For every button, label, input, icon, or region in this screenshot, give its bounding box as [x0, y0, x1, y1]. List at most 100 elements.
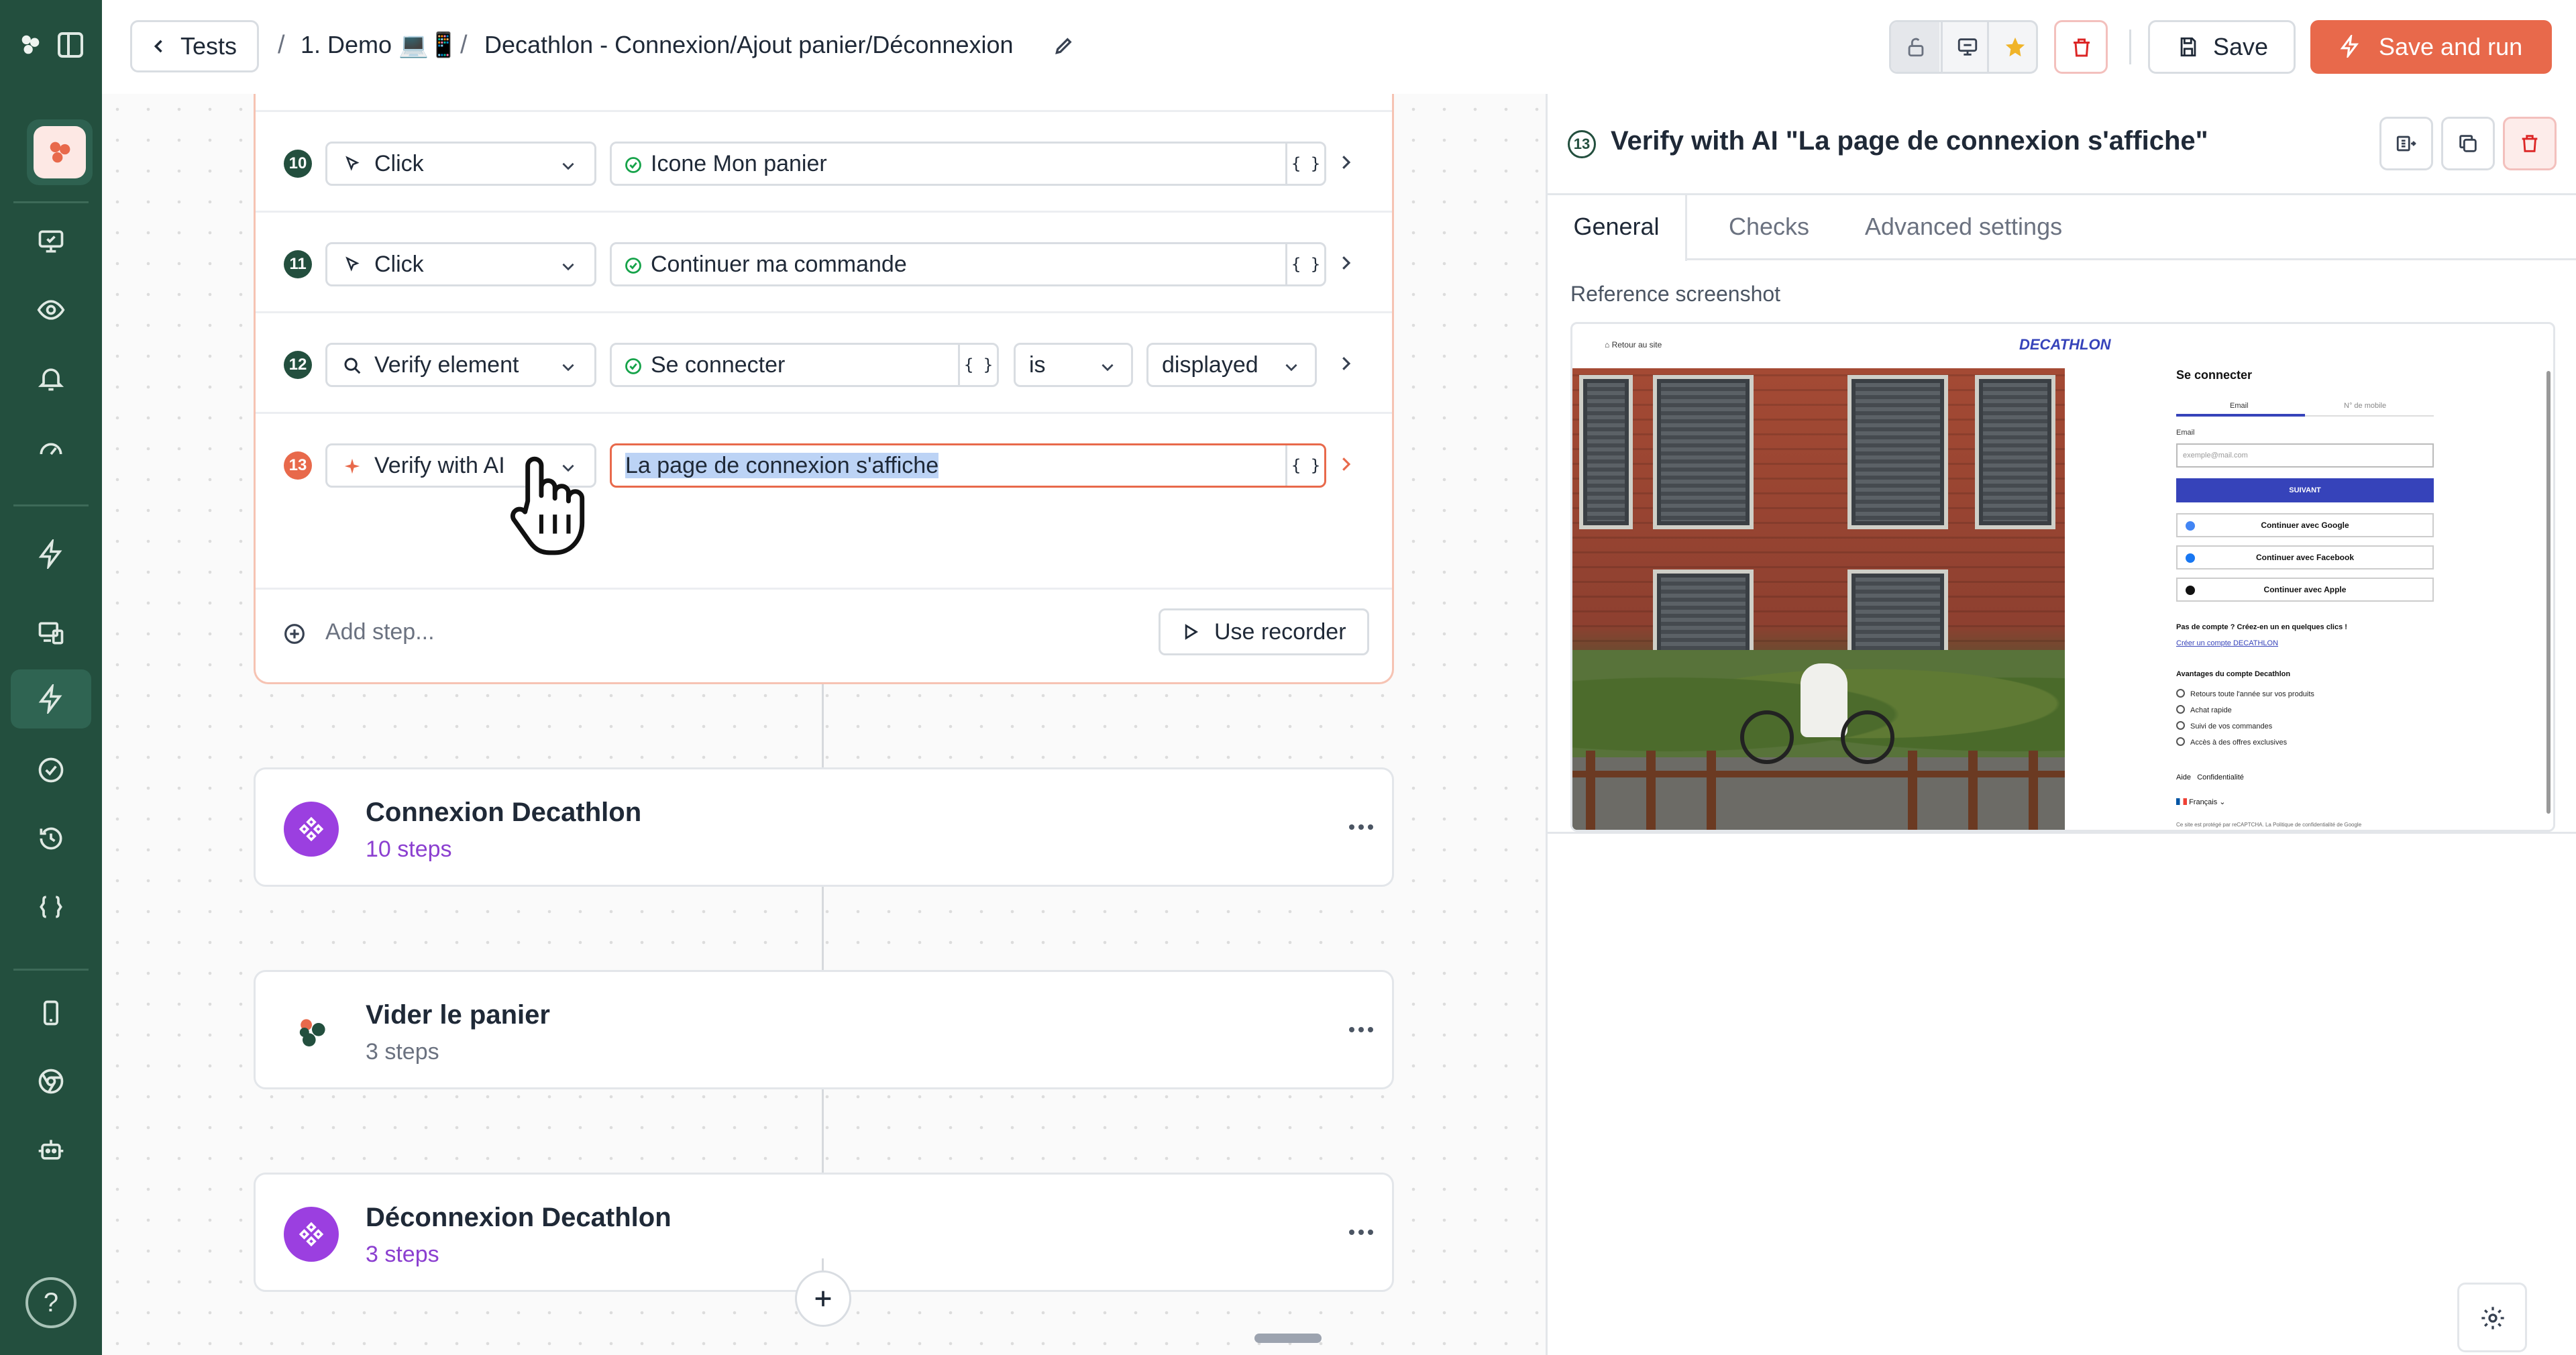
lightning-icon	[38, 684, 62, 714]
duplicate-step-button[interactable]	[2441, 117, 2495, 170]
chevron-right-icon[interactable]	[1336, 253, 1356, 273]
pencil-icon[interactable]	[1053, 35, 1075, 56]
lightning-icon	[38, 539, 62, 569]
chevron-down-icon	[562, 162, 574, 170]
target-label: Se connecter	[651, 352, 786, 378]
sidebar-item-history[interactable]	[27, 814, 75, 863]
variable-button[interactable]: { }	[1285, 445, 1324, 486]
plus-icon	[815, 1291, 831, 1307]
trash-icon	[2074, 38, 2090, 57]
variable-button[interactable]: { }	[958, 345, 997, 385]
check-circle-icon	[38, 757, 64, 783]
variable-button[interactable]: { }	[1285, 244, 1324, 284]
more-options-icon[interactable]	[1349, 824, 1376, 834]
operator-label: is	[1029, 352, 1046, 378]
sidebar-item-monitoring[interactable]	[27, 217, 75, 266]
use-recorder-button[interactable]: Use recorder	[1159, 608, 1369, 655]
tab-advanced-settings[interactable]: Advanced settings	[1843, 195, 2084, 258]
sidebar-divider	[13, 969, 89, 971]
state-select[interactable]: displayed	[1146, 343, 1317, 387]
action-select[interactable]: Click	[325, 142, 596, 186]
group-step-count: 3 steps	[366, 1039, 439, 1065]
resize-handle[interactable]	[1254, 1334, 1322, 1343]
group-step-count: 3 steps	[366, 1242, 439, 1267]
sparkle-icon	[344, 458, 360, 474]
hand-cursor-icon	[511, 456, 585, 555]
sidebar-toggle-icon[interactable]	[58, 32, 83, 58]
preview-button[interactable]	[1941, 22, 1989, 72]
variable-button[interactable]: { }	[1285, 144, 1324, 184]
save-button[interactable]: Save	[2148, 20, 2296, 74]
smartphone-icon	[44, 1000, 58, 1026]
save-label: Save	[2213, 33, 2269, 60]
plus-icon[interactable]	[284, 623, 305, 645]
project-switcher[interactable]	[27, 119, 93, 185]
chrome-icon	[38, 1069, 64, 1094]
view-mode-group	[1889, 20, 2038, 74]
action-label: Verify element	[374, 352, 519, 378]
delete-test-button[interactable]	[2054, 20, 2108, 74]
back-to-tests-button[interactable]: Tests	[130, 20, 259, 72]
sidebar-item-variables[interactable]	[27, 883, 75, 931]
monitor-icon	[1957, 38, 1978, 56]
chevron-right-icon[interactable]	[1336, 454, 1356, 474]
help-button[interactable]: ?	[25, 1277, 76, 1328]
add-step-input[interactable]: Add step...	[325, 619, 435, 645]
gear-icon	[2481, 1307, 2504, 1330]
breadcrumb-folder[interactable]: 1. Demo 💻📱	[301, 31, 459, 59]
check-circle-icon	[625, 358, 641, 374]
favorite-button[interactable]	[1990, 22, 2039, 72]
sidebar-item-watch[interactable]	[27, 286, 75, 334]
sidebar-item-mobile[interactable]	[27, 989, 75, 1037]
action-select[interactable]: Click	[325, 242, 596, 286]
add-block-button[interactable]	[795, 1270, 851, 1327]
step-row-active[interactable]: 13 Verify with AI La page de connexion s…	[256, 412, 1392, 512]
sidebar-item-runs[interactable]	[27, 746, 75, 794]
target-field[interactable]: Continuer ma commande { }	[610, 242, 1326, 286]
target-field[interactable]: Icone Mon panier { }	[610, 142, 1326, 186]
floppy-icon	[2180, 37, 2196, 57]
back-label: Tests	[180, 32, 237, 60]
settings-button[interactable]	[2457, 1283, 2527, 1352]
group-title: Connexion Decathlon	[366, 798, 642, 827]
group-step-count: 10 steps	[366, 836, 452, 862]
ai-prompt-input[interactable]: La page de connexion s'affiche { }	[610, 443, 1326, 488]
sidebar-item-alerts[interactable]	[27, 354, 75, 402]
operator-select[interactable]: is	[1014, 343, 1133, 387]
sidebar-item-bots[interactable]	[27, 1126, 75, 1174]
reference-screenshot[interactable]: ⌂ Retour au site DECATHLON Se connecter …	[1570, 322, 2555, 832]
lock-button[interactable]	[1891, 22, 1939, 72]
sidebar-item-performance[interactable]	[27, 423, 75, 471]
step-row[interactable]: 10 Click Icone Mon panier { }	[256, 110, 1392, 211]
add-step-row: Add step... Use recorder	[256, 588, 1392, 675]
copy-icon	[2459, 135, 2477, 152]
tab-general[interactable]: General	[1548, 195, 1687, 261]
tab-checks[interactable]: Checks	[1702, 195, 1836, 258]
sidebar-top	[0, 25, 102, 66]
sidebar-item-tests[interactable]	[11, 669, 91, 728]
step-row[interactable]: 11 Click Continuer ma commande { }	[256, 211, 1392, 311]
sidebar-item-browser[interactable]	[27, 1057, 75, 1105]
reference-logo: DECATHLON	[2019, 336, 2111, 353]
monitor-check-icon	[38, 230, 64, 253]
save-and-run-button[interactable]: Save and run	[2310, 20, 2552, 74]
target-field[interactable]: Se connecter { }	[610, 343, 999, 387]
group-card[interactable]: Connexion Decathlon 10 steps	[254, 767, 1394, 887]
panel-tabs: General Checks Advanced settings	[1548, 193, 2576, 261]
more-options-icon[interactable]	[1349, 1230, 1376, 1239]
test-canvas[interactable]: 10 Click Icone Mon panier { } 11 Click C…	[102, 94, 1546, 1355]
group-card[interactable]: Vider le panier 3 steps	[254, 970, 1394, 1089]
use-recorder-label: Use recorder	[1214, 619, 1346, 645]
sidebar-divider	[13, 201, 89, 203]
test-title[interactable]: Decathlon - Connexion/Ajout panier/Décon…	[484, 31, 1014, 59]
chevron-right-icon[interactable]	[1336, 354, 1356, 374]
more-options-icon[interactable]	[1349, 1027, 1376, 1036]
sidebar-item-automations[interactable]	[27, 530, 75, 578]
delete-step-button[interactable]	[2503, 117, 2557, 170]
chevron-right-icon[interactable]	[1336, 152, 1356, 172]
step-row[interactable]: 12 Verify element Se connecter { } is di…	[256, 311, 1392, 412]
move-step-button[interactable]	[2379, 117, 2433, 170]
move-icon	[2396, 136, 2416, 152]
action-select[interactable]: Verify element	[325, 343, 596, 387]
sidebar-item-devices[interactable]	[27, 609, 75, 657]
